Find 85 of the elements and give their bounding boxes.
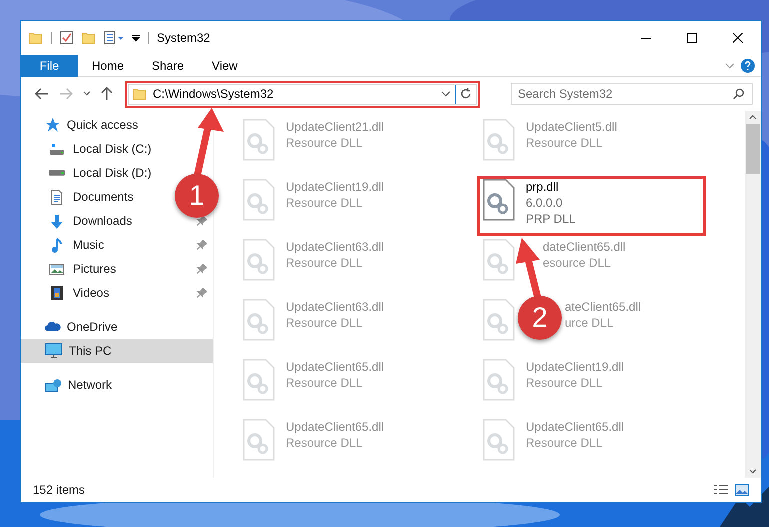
checklist-icon[interactable]	[60, 31, 74, 45]
close-icon[interactable]	[733, 33, 743, 43]
help-icon[interactable]	[741, 58, 755, 72]
folder-icon	[133, 88, 147, 100]
file-icon	[242, 179, 276, 221]
file-icon	[482, 119, 516, 161]
ribbon-tab[interactable]: Share	[138, 54, 198, 76]
caret-icon[interactable]	[441, 91, 451, 97]
nav-item[interactable]: OneDrive	[67, 318, 118, 336]
nav-item[interactable]: Music	[73, 236, 104, 254]
status-text: 152 items	[33, 482, 86, 499]
file-detail: Resource DLL	[286, 375, 363, 391]
file-detail: esource DLL	[543, 255, 612, 271]
file-icon	[242, 239, 276, 281]
picture-icon	[49, 264, 65, 274]
nav-item[interactable]: Local Disk (D:)	[73, 164, 152, 182]
drive-icon	[49, 144, 65, 154]
nav-item[interactable]: Network	[68, 376, 112, 394]
folder-icon	[82, 32, 96, 44]
pin-icon[interactable]	[197, 240, 207, 250]
refresh-icon[interactable]	[460, 88, 472, 100]
up-arrow-icon[interactable]	[101, 87, 113, 101]
down-arrow-icon	[50, 214, 64, 228]
nav-item[interactable]: This PC	[21, 339, 213, 363]
chevron-icon[interactable]	[725, 62, 735, 68]
scroll-down-icon[interactable]	[749, 469, 757, 474]
file-detail: urce DLL	[565, 315, 614, 331]
file-detail: Resource DLL	[526, 435, 603, 451]
large-icons-view-icon[interactable]	[735, 484, 749, 496]
file-icon	[482, 179, 516, 221]
pin-icon[interactable]	[197, 216, 207, 226]
file-icon	[242, 419, 276, 461]
file-detail: Resource DLL	[286, 315, 363, 331]
address-bar[interactable]: C:\Windows\System32	[128, 84, 477, 104]
film-icon	[51, 286, 63, 300]
file-icon	[242, 119, 276, 161]
arrow	[516, 238, 542, 299]
ribbon-tab[interactable]: View	[198, 54, 252, 76]
ribbon-tab[interactable]: Home	[78, 54, 138, 76]
caret-icon[interactable]	[83, 91, 91, 97]
file-detail: Resource DLL	[526, 375, 603, 391]
search-icon[interactable]	[733, 88, 745, 100]
file-icon	[482, 359, 516, 401]
music-note-icon	[52, 238, 62, 252]
details-view-icon[interactable]	[713, 485, 729, 495]
nav-item[interactable]: Videos	[73, 284, 110, 302]
ribbon-tab[interactable]: File	[21, 54, 78, 76]
file-icon	[482, 419, 516, 461]
scroll-up-icon[interactable]	[749, 115, 757, 120]
network-icon	[45, 378, 62, 392]
pin-icon[interactable]	[197, 288, 207, 298]
file-detail: Resource DLL	[526, 135, 603, 151]
file-detail: Resource DLL	[286, 135, 363, 151]
nav-item[interactable]: Pictures	[73, 260, 116, 278]
file-name[interactable]: prp.dll	[526, 179, 559, 195]
maximize-icon[interactable]	[687, 33, 697, 43]
window-title: System32	[157, 30, 210, 47]
properties-icon[interactable]	[104, 31, 126, 45]
file-detail: Resource DLL	[286, 435, 363, 451]
scroll-thumb[interactable]	[746, 124, 760, 174]
file-detail: 6.0.0.0	[526, 195, 563, 211]
file-icon	[482, 299, 516, 341]
file-icon	[242, 299, 276, 341]
back-arrow-icon[interactable]	[35, 88, 49, 100]
file-detail: PRP DLL	[526, 211, 576, 227]
nav-label: This PC	[69, 343, 112, 360]
nav-item[interactable]: Documents	[73, 188, 134, 206]
file-detail: Resource DLL	[286, 255, 363, 271]
search-field[interactable]: Search System32	[511, 83, 753, 105]
scrollbar[interactable]	[745, 111, 761, 478]
file-icon	[482, 239, 516, 281]
dropdown-icon[interactable]	[132, 33, 140, 43]
drive-icon	[49, 170, 65, 176]
pin-icon[interactable]	[197, 264, 207, 274]
nav-item[interactable]: Local Disk (C:)	[73, 140, 152, 158]
cloud-icon	[45, 322, 61, 332]
nav-item[interactable]: Downloads	[73, 212, 132, 230]
document-icon	[51, 190, 63, 204]
address-path: C:\Windows\System32	[153, 86, 274, 103]
nav-item[interactable]: Quick access	[67, 116, 138, 134]
star-icon	[45, 118, 61, 132]
monitor-icon	[45, 343, 63, 359]
folder-icon	[29, 32, 43, 44]
file-detail: Resource DLL	[286, 195, 363, 211]
file-icon	[242, 359, 276, 401]
